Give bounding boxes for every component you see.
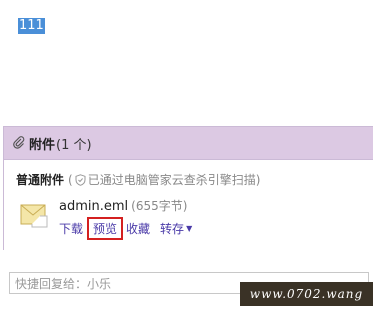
watermark: www.0702.wang [240, 282, 373, 306]
download-link[interactable]: 下载 [59, 220, 83, 237]
shield-icon [75, 173, 86, 186]
preview-link[interactable]: 预览 [87, 217, 124, 240]
scan-status-prefix: ( [68, 172, 73, 187]
attachment-file-name[interactable]: admin.eml (655字节) [59, 197, 187, 214]
scan-status: ( 已通过电脑管家云查杀引擎扫描) [68, 171, 260, 188]
scan-status-text: 已通过电脑管家云查杀引擎扫描) [87, 173, 261, 187]
section-label: 普通附件 [16, 173, 65, 187]
save-to-label: 转存 [160, 222, 185, 236]
file-name-text: admin.eml [59, 199, 129, 214]
attachment-actions: 下载 预览 收藏 转存 ▼ [59, 217, 192, 240]
message-body-text: 111 [18, 18, 45, 34]
paperclip-icon [13, 136, 25, 149]
favorite-link[interactable]: 收藏 [126, 220, 150, 237]
chevron-down-icon: ▼ [186, 224, 193, 233]
attachments-count: (1 个) [56, 137, 92, 153]
attachments-title: 附件 [29, 137, 56, 153]
attachments-header: 附件 (1 个) [4, 127, 373, 160]
file-size: (655字节) [131, 199, 188, 213]
email-file-icon[interactable] [20, 202, 48, 228]
save-to-dropdown[interactable]: 转存 ▼ [160, 220, 192, 237]
attachment-section: 普通附件 ( 已通过电脑管家云查杀引擎扫描) [16, 171, 260, 188]
attachments-panel: 附件 (1 个) 普通附件 ( 已通过电脑管家云查杀引擎扫描) admin.em… [3, 126, 373, 250]
